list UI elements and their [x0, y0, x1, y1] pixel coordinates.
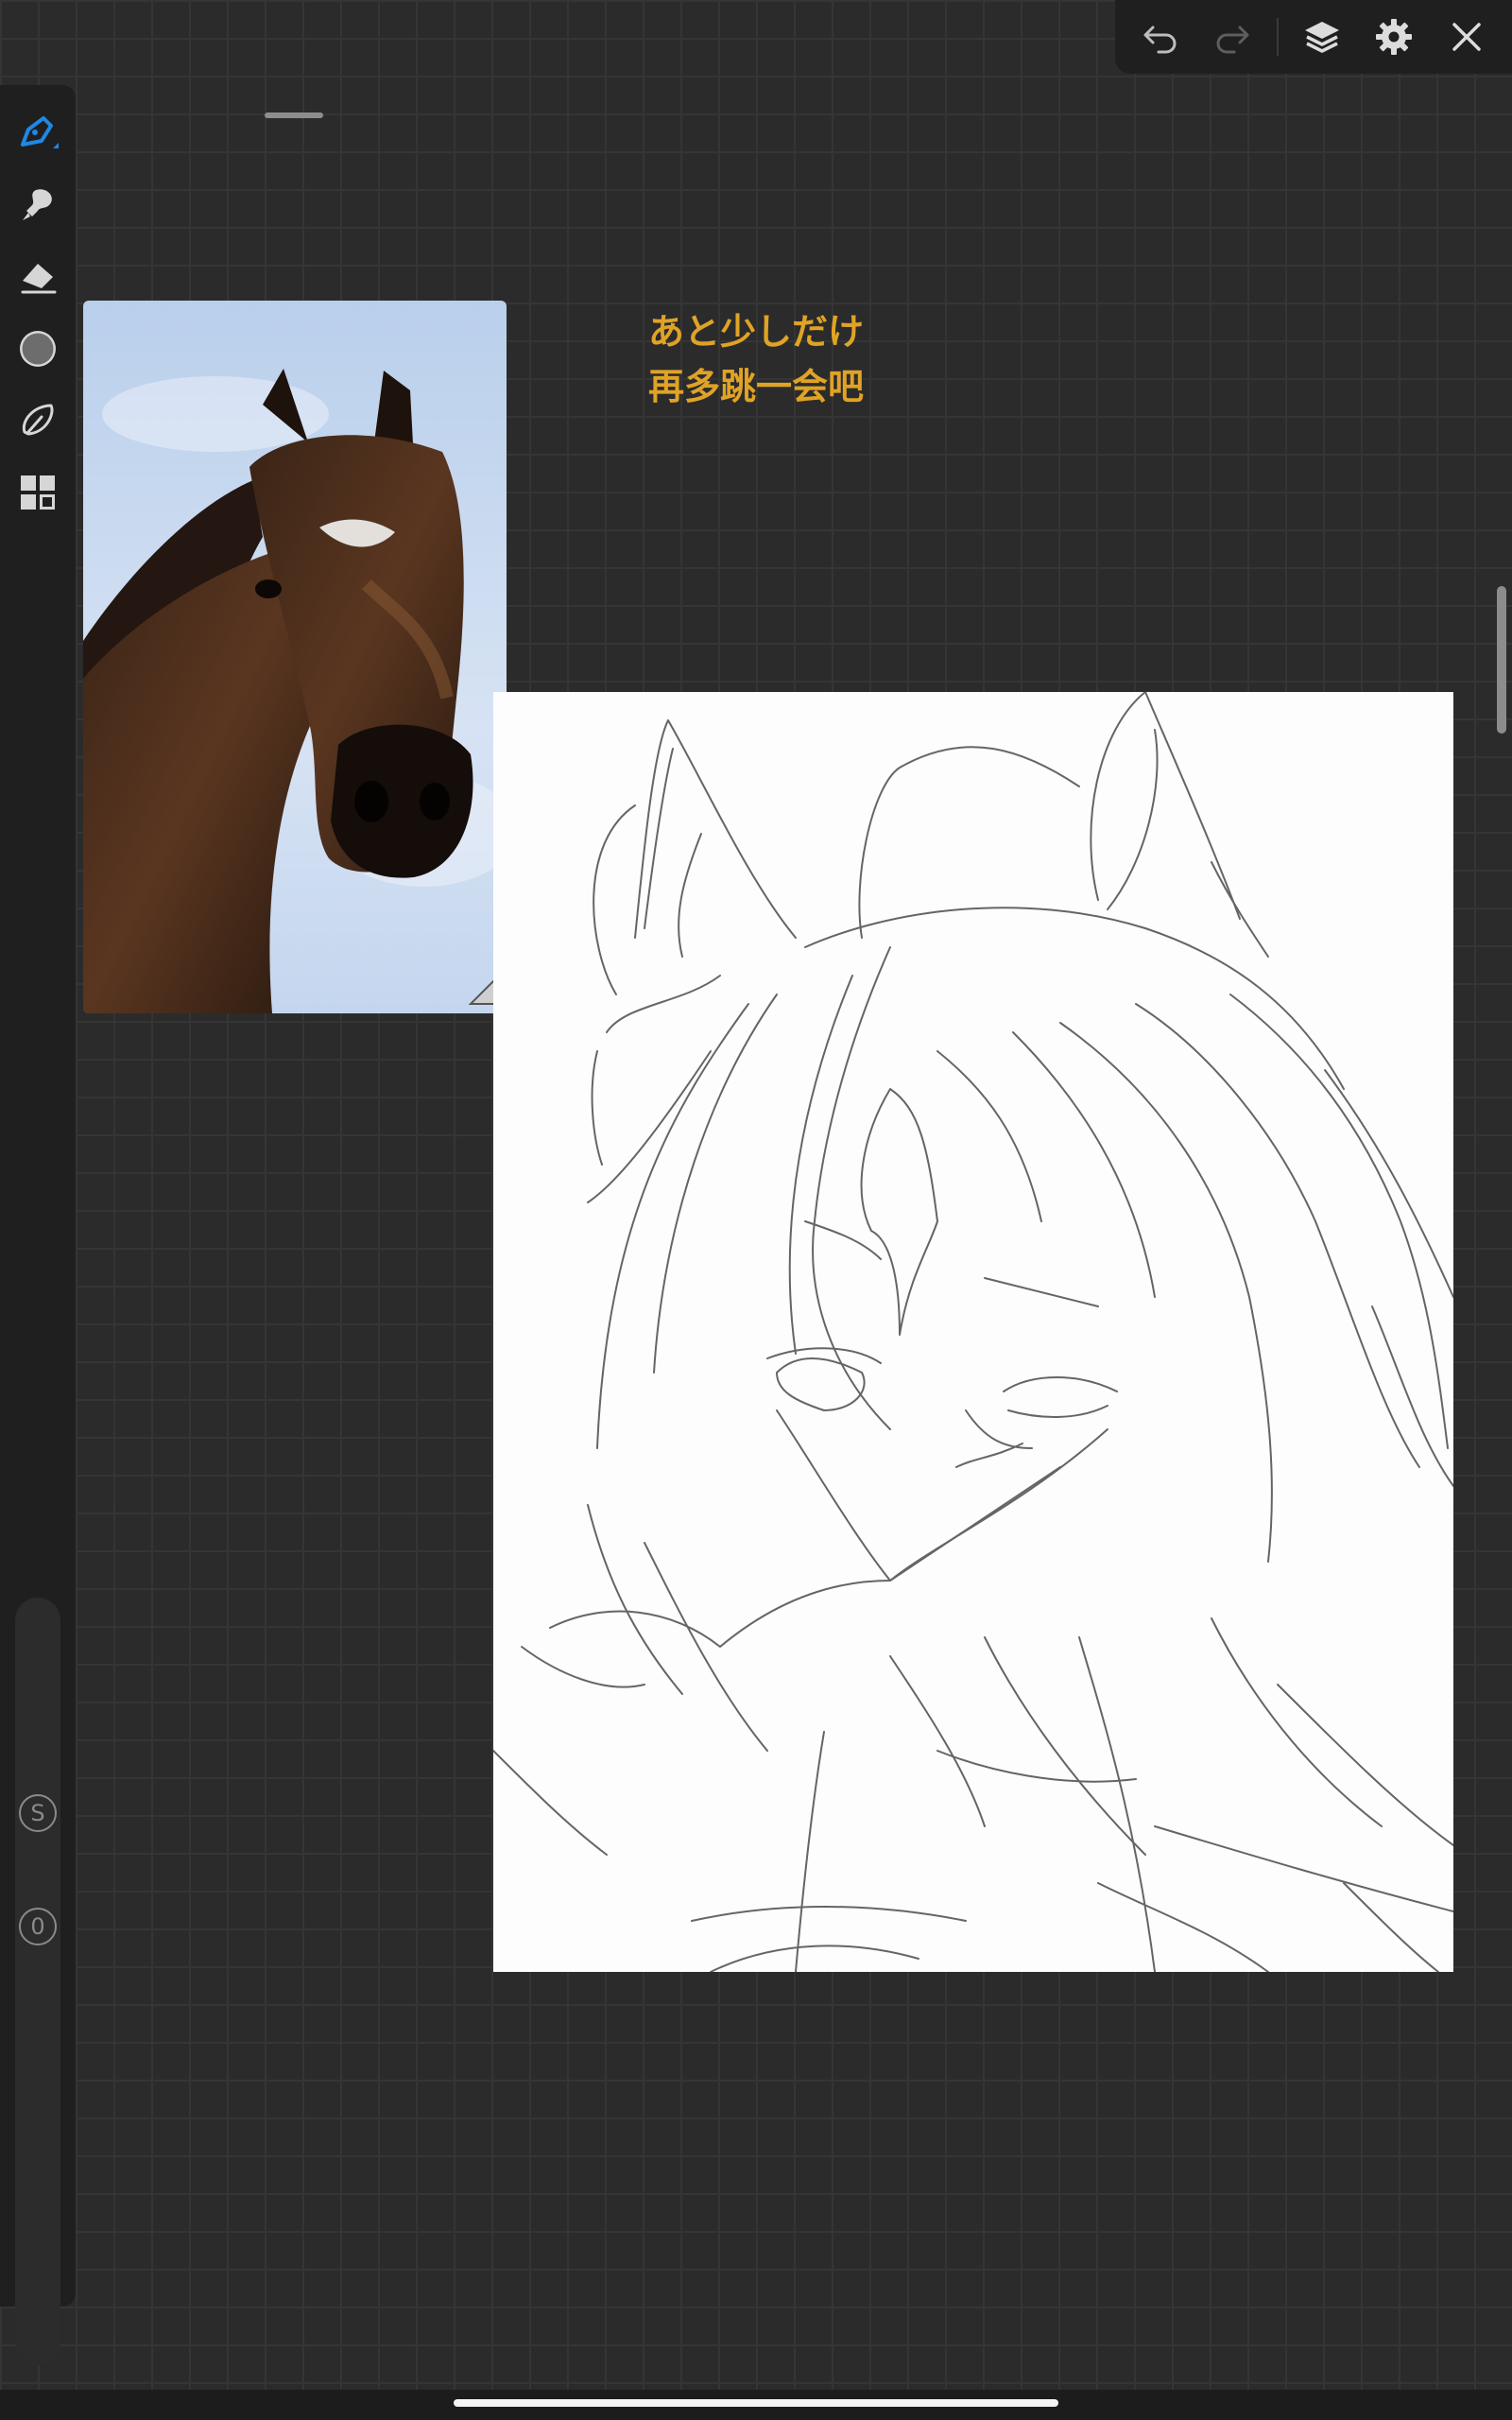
grid-icon: [21, 475, 55, 510]
eraser-icon: [21, 264, 57, 294]
smudge-tool-button[interactable]: [11, 179, 64, 232]
undo-icon: [1143, 26, 1177, 54]
layers-button[interactable]: [1294, 9, 1350, 65]
materials-button[interactable]: [11, 466, 64, 519]
smudge-icon: [23, 189, 52, 220]
horse-photo: [83, 301, 507, 1013]
lasso-icon: [22, 404, 54, 436]
pen-tool-icon: [21, 116, 59, 148]
close-icon: [1452, 23, 1481, 51]
close-button[interactable]: [1438, 9, 1495, 65]
brush-size-slider[interactable]: [15, 1598, 60, 2365]
color-icon: [20, 331, 56, 367]
undo-button[interactable]: [1132, 9, 1189, 65]
pen-tool-button[interactable]: [11, 107, 64, 160]
opacity-badge[interactable]: 0: [19, 1908, 57, 1945]
caption-text: あと少しだけ 再多跳一会吧: [567, 304, 945, 414]
side-toolbar: S 0: [0, 85, 76, 2365]
redo-button[interactable]: [1204, 9, 1261, 65]
drag-handle[interactable]: [265, 112, 323, 118]
stabilizer-badge[interactable]: S: [19, 1794, 57, 1832]
vertical-scrollbar[interactable]: [1497, 586, 1506, 734]
layers-icon: [1305, 22, 1340, 53]
top-toolbar: [1115, 0, 1512, 74]
lasso-tool-button[interactable]: [11, 394, 64, 447]
gear-icon: [1376, 19, 1413, 55]
eraser-tool-button[interactable]: [11, 251, 64, 303]
caption-line-1: あと少しだけ: [647, 311, 864, 353]
settings-button[interactable]: [1366, 9, 1422, 65]
toolbar-divider: [1276, 18, 1279, 56]
caption-line-2: 再多跳一会吧: [647, 366, 864, 407]
sketch-artwork: [493, 692, 1453, 1972]
drawing-canvas[interactable]: [493, 692, 1453, 1972]
color-picker-button[interactable]: [11, 322, 64, 375]
reference-panel[interactable]: [83, 301, 507, 1013]
home-indicator[interactable]: [454, 2399, 1058, 2407]
redo-icon: [1216, 26, 1249, 54]
